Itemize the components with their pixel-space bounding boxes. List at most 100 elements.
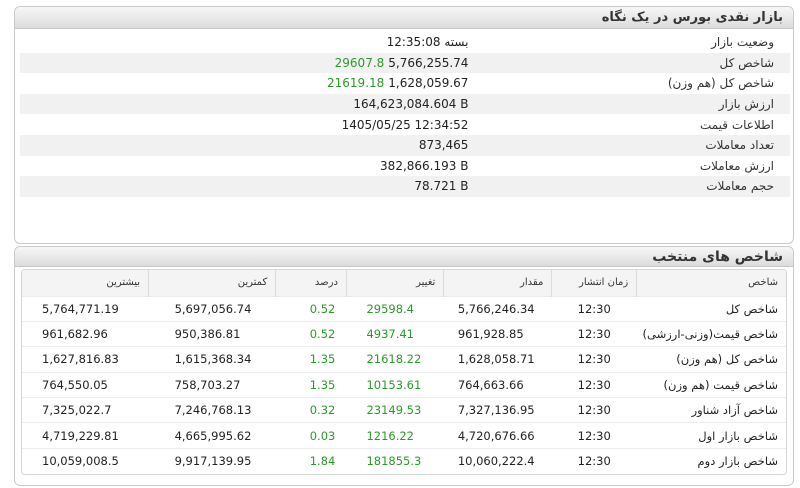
summary-label: ارزش معاملات — [699, 158, 774, 173]
summary-value: 78.721 B — [414, 179, 469, 194]
summary-value-group: 382,866.193 B — [380, 159, 468, 173]
summary-row: وضعیت بازار بسته 12:35:08 — [20, 32, 790, 53]
summary-label: تعداد معاملات — [468, 134, 790, 156]
index-time: 12:30 — [577, 377, 611, 392]
summary-row: ارزش معاملات 382,866.193 B — [20, 156, 790, 177]
index-percent: 1.35 — [309, 377, 336, 392]
summary-row: شاخص کل 29607.8 5,766,255.74 — [20, 52, 790, 74]
summary-label: شاخص کل — [468, 52, 790, 74]
market-summary-title: بازار نقدی بورس در یک نگاه — [15, 7, 793, 29]
index-time: 12:30 — [577, 403, 611, 418]
index-high: 4,719,229.81 — [42, 428, 119, 443]
summary-value-group: 873,465 — [419, 138, 469, 152]
index-change: 10153.61 — [366, 377, 422, 392]
summary-spacer — [20, 134, 328, 156]
col-low-header[interactable]: کمترین — [148, 270, 276, 296]
index-row[interactable]: شاخص بازار دوم 12:30 10,060,222.4 181855.3 1… — [22, 448, 786, 473]
summary-value-cell: 21619.18 1,628,059.67 — [327, 73, 468, 94]
summary-value: 5,766,255.74 — [388, 55, 469, 70]
index-value: 4,720,676.66 — [457, 428, 535, 443]
index-low: 758,703.27 — [174, 377, 241, 392]
index-row[interactable]: شاخص بازار اول 12:30 4,720,676.66 1216.22 0.… — [22, 422, 786, 448]
summary-value-group: 164,623,084.604 B — [353, 97, 468, 111]
indices-table: شاخص زمان انتشار مقدار تغییر درصد کمترین بیشتر… — [22, 270, 786, 474]
summary-value-cell: 382,866.193 B — [327, 156, 468, 177]
index-change: 29598.4 — [366, 301, 414, 316]
index-low: 1,615,368.34 — [174, 352, 252, 367]
summary-spacer — [20, 32, 327, 53]
index-percent: 0.32 — [309, 403, 336, 418]
summary-spacer — [20, 73, 327, 94]
index-change: 1216.22 — [366, 428, 414, 443]
col-percent-header[interactable]: درصد — [275, 270, 347, 296]
summary-row: شاخص کل (هم وزن) 21619.18 1,628,059.67 — [20, 73, 790, 94]
index-value: 10,060,222.4 — [457, 454, 535, 469]
index-name: شاخص قیمت (هم وزن) — [663, 377, 778, 392]
index-low: 7,246,768.13 — [174, 403, 252, 418]
summary-value: 873,465 — [418, 138, 469, 153]
index-time: 12:30 — [577, 327, 611, 342]
col-value-header[interactable]: مقدار — [443, 270, 552, 296]
index-value: 5,766,246.34 — [457, 301, 535, 316]
summary-row: حجم معاملات 78.721 B — [20, 176, 790, 197]
index-change: 23149.53 — [366, 403, 422, 418]
summary-value-group: 1405/05/25 12:34:52 — [342, 118, 469, 132]
index-row[interactable]: شاخص قیمت (هم وزن) 12:30 764,663.66 10153.6… — [22, 372, 786, 397]
index-high: 10,059,008.5 — [42, 454, 119, 469]
summary-label: اطلاعات قیمت — [699, 117, 774, 132]
col-change-header[interactable]: تغییر — [345, 270, 444, 296]
summary-label: حجم معاملات — [468, 176, 790, 197]
summary-row: ارزش بازار 164,623,084.604 B — [20, 93, 790, 115]
index-row[interactable]: شاخص آزاد شناور 12:30 7,327,136.95 23149.53… — [22, 397, 786, 423]
summary-value-cell: 164,623,084.604 B — [327, 93, 469, 115]
index-time: 12:30 — [577, 454, 611, 469]
summary-value-cell: 873,465 — [327, 134, 469, 156]
index-value: 7,327,136.95 — [457, 403, 535, 418]
summary-spacer — [20, 93, 328, 115]
market-summary-panel: بازار نقدی بورس در یک نگاه وضعیت بازار بس… — [14, 6, 794, 244]
index-low: 950,386.81 — [174, 327, 241, 342]
index-name: شاخص کل (هم وزن) — [676, 352, 778, 367]
index-time: 12:30 — [577, 301, 611, 316]
col-high-header[interactable]: بیشترین — [22, 270, 149, 296]
index-value: 764,663.66 — [457, 377, 524, 392]
index-name: شاخص آزاد شناور — [691, 403, 778, 418]
summary-row: تعداد معاملات 873,465 — [20, 134, 790, 156]
summary-spacer — [20, 52, 328, 74]
index-row[interactable]: شاخص قیمت(وزنی-ارزشی) 12:30 961,928.85 4937… — [22, 321, 786, 346]
index-value: 961,928.85 — [457, 327, 524, 342]
index-percent: 0.52 — [309, 301, 336, 316]
summary-spacer — [20, 114, 327, 135]
summary-value-cell: بسته 12:35:08 — [327, 32, 469, 53]
index-name: شاخص قیمت(وزنی-ارزشی) — [642, 327, 778, 342]
index-time: 12:30 — [577, 352, 611, 367]
index-percent: 0.03 — [309, 428, 336, 443]
summary-value-cell: 29607.8 5,766,255.74 — [327, 52, 469, 74]
summary-value-group: 29607.8 5,766,255.74 — [335, 56, 469, 70]
summary-value-group: 21619.18 1,628,059.67 — [327, 76, 468, 90]
summary-change: 29607.8 — [334, 55, 385, 70]
summary-value-group: 78.721 B — [414, 179, 468, 193]
index-change: 4937.41 — [366, 327, 414, 342]
col-time-header[interactable]: زمان انتشار — [551, 270, 637, 296]
index-high: 1,627,816.83 — [42, 352, 119, 367]
summary-value-cell: 1405/05/25 12:34:52 — [327, 114, 469, 135]
col-index-header[interactable]: شاخص — [636, 270, 786, 296]
index-high: 5,764,771.19 — [42, 301, 119, 316]
index-row[interactable]: شاخص کل 12:30 5,766,246.34 29598.4 0.52 5,697… — [22, 296, 786, 321]
index-high: 764,550.05 — [42, 377, 108, 392]
summary-label: ارزش بازار — [468, 93, 790, 115]
summary-value: بسته 12:35:08 — [386, 35, 469, 50]
index-change: 21618.22 — [366, 352, 422, 367]
summary-value-group: بسته 12:35:08 — [387, 35, 469, 49]
summary-value: 382,866.193 B — [380, 158, 469, 173]
indices-table-wrapper: شاخص زمان انتشار مقدار تغییر درصد کمترین بیشتر… — [21, 269, 787, 475]
index-row[interactable]: شاخص کل (هم وزن) 12:30 1,628,058.71 21618.2… — [22, 346, 786, 372]
index-percent: 1.84 — [309, 454, 336, 469]
summary-value-cell: 78.721 B — [327, 176, 469, 197]
index-high: 7,325,022.7 — [42, 403, 112, 418]
summary-value: 1,628,059.67 — [388, 76, 469, 91]
index-low: 5,697,056.74 — [174, 301, 252, 316]
summary-spacer — [20, 156, 327, 177]
market-summary-table: وضعیت بازار بسته 12:35:08 شاخص کل 29607.8 5,… — [20, 32, 790, 197]
